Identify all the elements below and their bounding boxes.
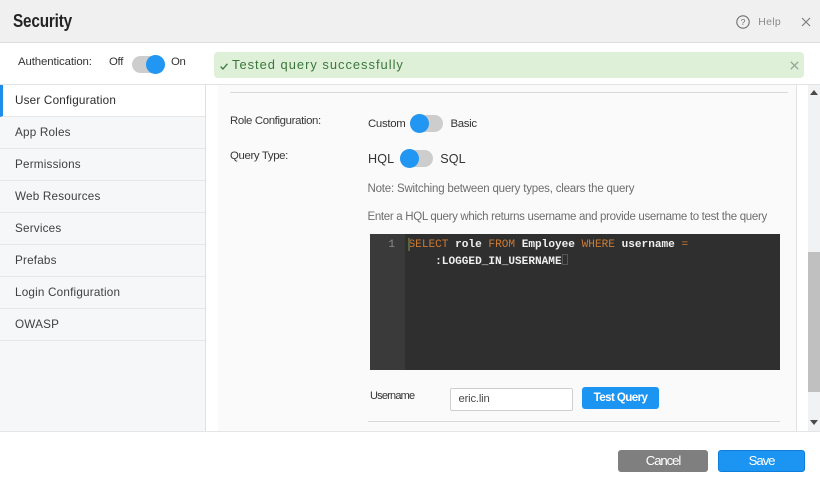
svg-text:?: ? [741, 17, 746, 27]
